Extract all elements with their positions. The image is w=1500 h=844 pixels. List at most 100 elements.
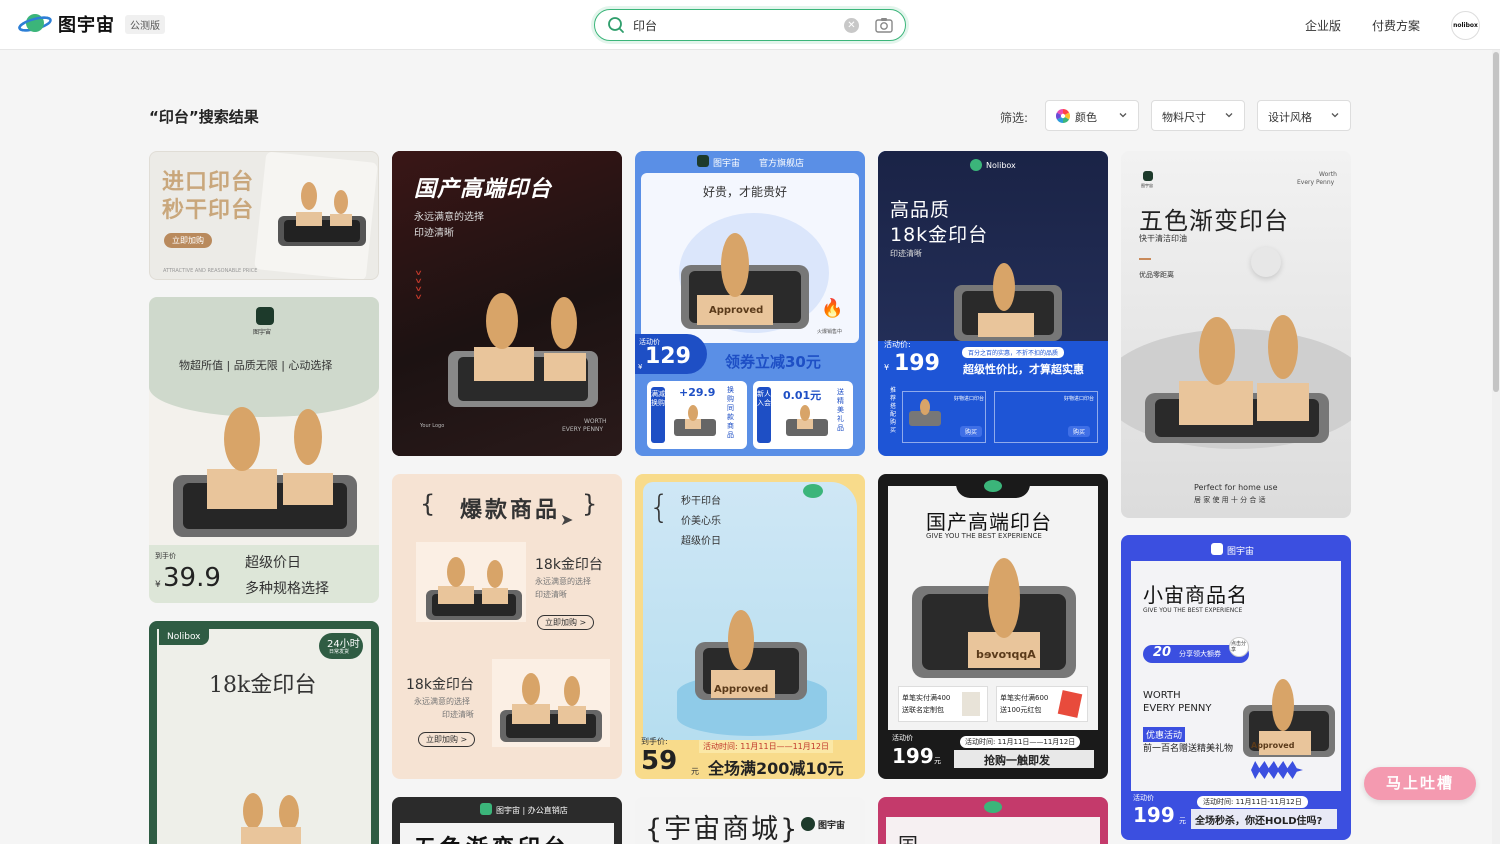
clear-search-icon[interactable]: ✕ [844, 18, 859, 33]
brace-close: } [582, 490, 598, 518]
coupon-amount: 20 [1153, 645, 1172, 660]
card-title: 国产高端印台 [926, 510, 1052, 534]
brand-name: 图宇宙 [1227, 547, 1255, 557]
stamp-pad-product-image [681, 233, 809, 329]
nav-enterprise-link[interactable]: 企业版 [1305, 17, 1341, 34]
template-card-domestic-premium[interactable]: 国产高端印台 永远满意的选择 印迹清晰 ˅ ˅ ˅ ˅ Your Logo WORTH… [392, 151, 622, 456]
brand-name: 图宇宙 [818, 821, 846, 831]
coupon-text: 分享领大额券 [1179, 650, 1221, 658]
stamp-imprint-text: Approved [709, 305, 764, 316]
offer-price: 0.01元 [783, 389, 822, 402]
search-input[interactable] [633, 15, 833, 35]
offer-side-label: 满减换购 [651, 387, 665, 443]
page-scrollbar[interactable] [1492, 50, 1500, 844]
brand-logo-icon [256, 307, 274, 325]
buy-button[interactable]: 购买 [960, 426, 983, 437]
recommend-item-label: 好物进口印台 [954, 396, 985, 402]
template-card-18k-gold[interactable]: Nolibox 24小时 日常发货 18k金印台 [149, 621, 379, 844]
template-card-high-quality[interactable]: Nolibox 高品质 18k金印台 印迹清晰 活动价: ¥ 199 百分之百的… [878, 151, 1108, 456]
stamp-pad-thumb-image [909, 399, 941, 426]
beta-badge: 公测版 [125, 14, 165, 34]
brand-logo-icon [1143, 171, 1153, 181]
template-card-pink[interactable]: 国 [878, 797, 1108, 844]
footer-text: WORTH [584, 418, 607, 425]
logo-text: 图宇宙 [58, 15, 115, 36]
filter-size-label: 物料尺寸 [1162, 111, 1206, 124]
cta-text[interactable]: 抢购一触即发 [984, 752, 1050, 768]
brand-logo-icon [697, 155, 709, 167]
store-logo-text: 图宇宙 [713, 159, 741, 169]
brand-name: Nolibox [986, 161, 1016, 170]
search-icon[interactable] [607, 16, 625, 38]
feature-item: 秒干印台 [681, 496, 721, 507]
brand-name: 图宇宙 [1141, 183, 1153, 188]
store-name: 官方旗舰店 [759, 159, 805, 169]
price-label: 到手价 [155, 552, 176, 560]
card-subtitle: 超级价日 [245, 555, 301, 571]
tote-bag-icon [962, 692, 980, 716]
card-tagline: 物超所值 | 品质无限 | 心动选择 [179, 359, 333, 372]
card-title: 18k金印台 [209, 673, 317, 698]
card-price: 129 [645, 344, 691, 369]
brand-logo-icon [1211, 543, 1223, 555]
offer-side-label: 新人入会 [757, 387, 771, 443]
coupon-text: 领券立减30元 [725, 353, 821, 371]
feedback-button[interactable]: 马上吐槽 [1364, 767, 1476, 800]
card-price: 199 [1133, 803, 1175, 827]
worth-text: WORTH [1143, 690, 1181, 701]
stamp-pad-product-image [426, 557, 522, 620]
card-slogan: 超级性价比，才算超实惠 [963, 363, 1084, 376]
card-title: 五色渐变印台 [1139, 207, 1289, 235]
template-card-universe-mall[interactable]: {宇宙商城} 图宇宙 [635, 797, 865, 844]
filter-size-dropdown[interactable]: 物料尺寸 [1151, 100, 1245, 131]
user-avatar[interactable]: nolibox [1451, 11, 1480, 40]
card-tagline: 好贵，才能贵好 [703, 185, 788, 199]
template-card-best-seller[interactable]: { 爆款商品 } ➤ 18k金印台 永远满意的选择 印迹清晰 立即加购 > 18… [392, 474, 622, 779]
template-card-quick-dry[interactable]: { 秒干印台 价美心乐 超级价日 Approved 到手价: 59 元 活动时间… [635, 474, 865, 779]
filter-color-label: 颜色 [1075, 111, 1097, 124]
camera-search-icon[interactable] [875, 17, 893, 37]
chevron-down-icon [1330, 110, 1340, 123]
card-title: 18k金印台 [890, 224, 989, 246]
buy-button[interactable]: 购买 [1068, 426, 1091, 437]
share-text: 点击分享 [1231, 641, 1247, 653]
card-title: 国 [898, 829, 918, 844]
nav-pricing-link[interactable]: 付费方案 [1372, 17, 1420, 34]
template-card-product-name[interactable]: 图宇宙 小宙商品名 GIVE YOU THE BEST EXPERIENCE 2… [1121, 535, 1351, 840]
brace-open: { [649, 488, 670, 526]
color-wheel-icon [1056, 109, 1070, 126]
template-card-flagship[interactable]: 图宇宙 官方旗舰店 好贵，才能贵好 Approved 🔥 火爆销售中 活动价 ¥… [635, 151, 865, 456]
currency-symbol: ¥ [884, 363, 890, 372]
buy-button[interactable]: 立即加购 > [537, 615, 595, 630]
template-card-gradient-office[interactable]: 图宇宙 | 办公直销店 五色渐变印台 [392, 797, 622, 844]
buy-button[interactable]: 立即加购 > [418, 732, 476, 747]
decorative-sphere [1251, 247, 1281, 277]
filter-label: 筛选: [1000, 111, 1029, 125]
stamp-pad-product-image [173, 407, 357, 537]
coupon-text: 单笔实付满400 [902, 694, 951, 702]
card-title: 小宙商品名 [1143, 583, 1248, 607]
offer-price: +29.9 [679, 386, 716, 399]
filter-color-dropdown[interactable]: 颜色 [1045, 100, 1139, 131]
coupon-text: 送联名定制包 [902, 706, 944, 714]
results-title: “印台”搜索结果 [149, 108, 259, 126]
template-card-five-color-gradient[interactable]: 图宇宙 Worth Every Penny 五色渐变印台 快干清洁印油 优品零距… [1121, 151, 1351, 518]
product-subtitle: 永远满意的选择 [535, 577, 591, 586]
buy-button[interactable]: 立即加购 [164, 233, 212, 248]
card-price: 59 [641, 746, 678, 776]
stamp-imprint-text: Approved [714, 684, 769, 695]
filter-style-dropdown[interactable]: 设计风格 [1257, 100, 1351, 131]
template-card-premium-experience[interactable]: 国产高端印台 GIVE YOU THE BEST EXPERIENCE Appr… [878, 474, 1108, 779]
scrollbar-thumb[interactable] [1493, 52, 1499, 392]
footer-text: 居 家 使 用 十 分 合 适 [1194, 496, 1266, 504]
search-bar[interactable]: ✕ [594, 9, 906, 41]
template-card-great-value[interactable]: 图宇宙 物超所值 | 品质无限 | 心动选择 到手价 ¥ 39.9 超级价日 多… [149, 297, 379, 603]
logo[interactable]: 图宇宙 公测版 [18, 11, 165, 37]
stamp-pad-product-image [1243, 679, 1335, 757]
product-title: 18k金印台 [535, 557, 603, 573]
template-card-imported-stamp-pad[interactable]: 进口印台 秒干印台 立即加购 ATTRACTIVE AND REASONABLE… [149, 151, 379, 280]
product-title: 18k金印台 [406, 677, 474, 693]
price-unit: 元 [934, 757, 941, 765]
planet-logo-icon [984, 801, 1002, 813]
side-label: 推荐搭配购买 [890, 387, 897, 434]
